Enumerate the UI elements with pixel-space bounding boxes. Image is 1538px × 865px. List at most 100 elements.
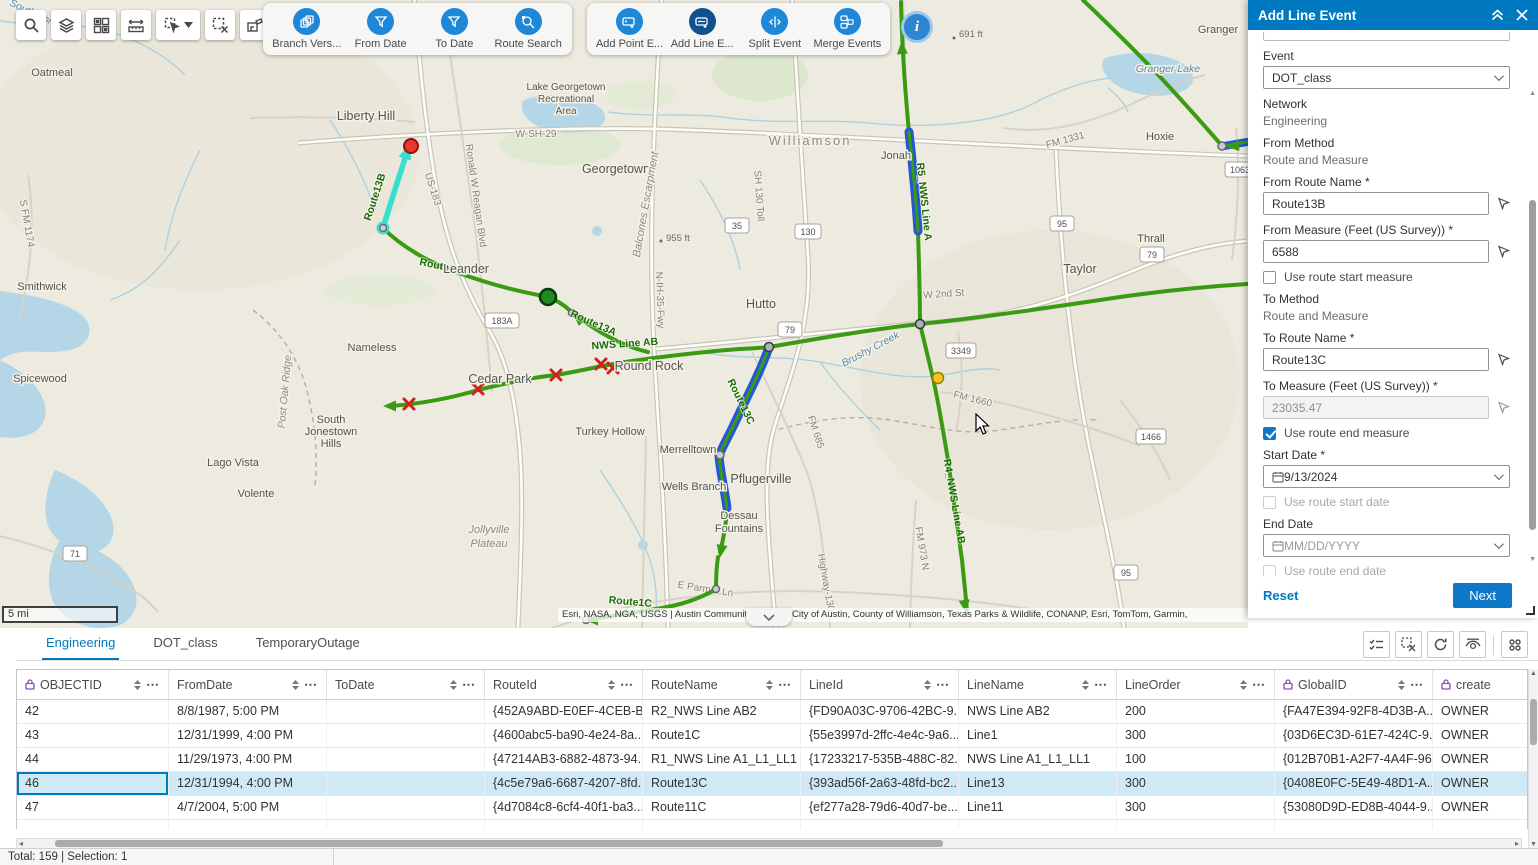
column-menu-icon[interactable]: ⋯ bbox=[462, 680, 476, 690]
table-cell[interactable]: R1_NWS Line A1_L1_LL1 bbox=[643, 748, 801, 771]
to-measure-input[interactable]: 23035.47 bbox=[1263, 396, 1489, 419]
table-cell[interactable] bbox=[327, 700, 485, 723]
sort-icon[interactable] bbox=[450, 680, 457, 690]
table-cell[interactable]: 300 bbox=[1117, 724, 1275, 747]
sort-icon[interactable] bbox=[292, 680, 299, 690]
panel-scrollbar[interactable] bbox=[1529, 200, 1536, 530]
measure-button[interactable] bbox=[121, 10, 151, 40]
table-cell[interactable]: {55e3997d-2ffc-4e4c-9a6... bbox=[801, 724, 959, 747]
add-line-event-button[interactable]: Add Line E... bbox=[666, 8, 738, 50]
scroll-down-arrow[interactable]: ▼ bbox=[1529, 556, 1536, 563]
reset-link[interactable]: Reset bbox=[1263, 588, 1298, 603]
sort-icon[interactable] bbox=[1398, 680, 1405, 690]
table-cell[interactable] bbox=[485, 820, 643, 829]
table-cell[interactable]: {4d7084c8-6cf4-40f1-ba3... bbox=[485, 796, 643, 819]
start-date-picker[interactable]: 9/13/2024 bbox=[1263, 465, 1510, 488]
column-menu-icon[interactable]: ⋯ bbox=[620, 680, 634, 690]
table-cell[interactable]: Line13 bbox=[959, 772, 1117, 795]
table-cell[interactable]: {FD90A03C-9706-42BC-9... bbox=[801, 700, 959, 723]
table-row[interactable] bbox=[17, 820, 1527, 829]
to-route-input[interactable]: Route13C bbox=[1263, 348, 1489, 371]
table-cell[interactable]: {17233217-535B-488C-82... bbox=[801, 748, 959, 771]
table-cell[interactable] bbox=[643, 820, 801, 829]
tab-dot-class[interactable]: DOT_class bbox=[149, 629, 221, 660]
use-route-end-date-checkbox[interactable]: Use route end date bbox=[1263, 564, 1510, 576]
end-date-picker[interactable]: MM/DD/YYYY bbox=[1263, 534, 1510, 557]
scroll-down-arrow[interactable]: ▼ bbox=[1530, 841, 1537, 848]
select-button[interactable] bbox=[156, 10, 200, 40]
route-search-button[interactable]: Route Search bbox=[492, 8, 564, 50]
table-cell[interactable]: {ef277a28-79d6-40d7-be... bbox=[801, 796, 959, 819]
table-cell[interactable] bbox=[327, 724, 485, 747]
table-cell[interactable]: 11/29/1973, 4:00 PM bbox=[169, 748, 327, 771]
table-cell[interactable] bbox=[327, 748, 485, 771]
table-cell[interactable]: {012B70B1-A2F7-4A4F-96... bbox=[1275, 748, 1433, 771]
column-header-lineorder[interactable]: LineOrder⋯ bbox=[1117, 670, 1275, 699]
from-route-input[interactable]: Route13B bbox=[1263, 192, 1489, 215]
column-header-globalid[interactable]: GlobalID ⋯ bbox=[1275, 670, 1433, 699]
table-cell[interactable] bbox=[1433, 820, 1527, 829]
scroll-up-arrow[interactable]: ▲ bbox=[1530, 670, 1537, 677]
layers-button[interactable] bbox=[51, 10, 81, 40]
red-point-marker[interactable] bbox=[404, 139, 418, 153]
column-header-objectid[interactable]: OBJECTID ⋯ bbox=[17, 670, 169, 699]
add-point-event-button[interactable]: Add Point E... bbox=[594, 8, 666, 50]
table-cell[interactable]: {393ad56f-2a63-48fd-bc2... bbox=[801, 772, 959, 795]
use-route-start-measure-checkbox[interactable]: Use route start measure bbox=[1263, 270, 1510, 284]
table-cell[interactable]: R2_NWS Line AB2 bbox=[643, 700, 801, 723]
info-button[interactable]: i bbox=[901, 11, 933, 43]
table-row[interactable]: 4612/31/1994, 4:00 PM{4c5e79a6-6687-4207… bbox=[17, 772, 1527, 796]
checkbox[interactable] bbox=[1263, 271, 1276, 284]
column-menu-icon[interactable]: ⋯ bbox=[304, 680, 318, 690]
table-cell[interactable]: NWS Line AB2 bbox=[959, 700, 1117, 723]
column-menu-icon[interactable]: ⋯ bbox=[936, 680, 950, 690]
table-cell[interactable]: {FA47E394-92F8-4D3B-A... bbox=[1275, 700, 1433, 723]
table-row[interactable]: 428/8/1987, 5:00 PM{452A9ABD-E0EF-4CEB-B… bbox=[17, 700, 1527, 724]
table-cell[interactable]: {47214AB3-6882-4873-94... bbox=[485, 748, 643, 771]
table-cell[interactable]: 43 bbox=[17, 724, 169, 747]
search-button[interactable] bbox=[16, 10, 46, 40]
table-row[interactable]: 474/7/2004, 5:00 PM{4d7084c8-6cf4-40f1-b… bbox=[17, 796, 1527, 820]
table-cell[interactable]: OWNER bbox=[1433, 796, 1528, 819]
sort-icon[interactable] bbox=[766, 680, 773, 690]
table-cell[interactable]: 47 bbox=[17, 796, 169, 819]
from-date-button[interactable]: From Date bbox=[345, 8, 417, 50]
from-measure-input[interactable]: 6588 bbox=[1263, 240, 1489, 263]
table-cell[interactable]: OWNER bbox=[1433, 748, 1528, 771]
table-cell[interactable]: 200 bbox=[1117, 700, 1275, 723]
table-cell[interactable]: 8/8/1987, 5:00 PM bbox=[169, 700, 327, 723]
table-cell[interactable]: 300 bbox=[1117, 796, 1275, 819]
refresh-button[interactable] bbox=[1427, 631, 1454, 658]
to-date-button[interactable]: To Date bbox=[418, 8, 490, 50]
scroll-up-arrow[interactable]: ▲ bbox=[1529, 90, 1536, 97]
table-cell[interactable]: 300 bbox=[1117, 772, 1275, 795]
table-cell[interactable]: 44 bbox=[17, 748, 169, 771]
next-button[interactable]: Next bbox=[1453, 583, 1512, 608]
table-cell[interactable]: OWNER bbox=[1433, 700, 1528, 723]
table-cell[interactable] bbox=[327, 820, 485, 829]
column-menu-icon[interactable]: ⋯ bbox=[1410, 680, 1424, 690]
table-cell[interactable]: NWS Line A1_L1_LL1 bbox=[959, 748, 1117, 771]
split-event-button[interactable]: Split Event bbox=[739, 8, 811, 50]
table-cell[interactable]: Route11C bbox=[643, 796, 801, 819]
column-menu-icon[interactable]: ⋯ bbox=[1252, 680, 1266, 690]
table-cell[interactable]: {53080D9D-ED8B-4044-9... bbox=[1275, 796, 1433, 819]
clear-selection-button[interactable] bbox=[205, 10, 235, 40]
tab-temporary-outage[interactable]: TemporaryOutage bbox=[252, 629, 364, 660]
table-cell[interactable]: 42 bbox=[17, 700, 169, 723]
table-cell[interactable]: Line1 bbox=[959, 724, 1117, 747]
pick-on-map-icon[interactable] bbox=[1497, 353, 1510, 366]
table-row[interactable]: 4411/29/1973, 4:00 PM {47214AB3-6882-4873… bbox=[17, 748, 1527, 772]
clear-table-selection-button[interactable] bbox=[1395, 631, 1422, 658]
close-icon[interactable] bbox=[1516, 9, 1528, 21]
table-cell[interactable] bbox=[169, 820, 327, 829]
sort-icon[interactable] bbox=[924, 680, 931, 690]
column-header-fromdate[interactable]: FromDate⋯ bbox=[169, 670, 327, 699]
map-view[interactable]: W-SH-29 US-183 Ronald W Reagan Blvd SH 1… bbox=[0, 0, 1248, 628]
table-cell[interactable]: {03D6EC3D-61E7-424C-9... bbox=[1275, 724, 1433, 747]
column-header-create[interactable]: create bbox=[1433, 670, 1528, 699]
table-cell[interactable] bbox=[1117, 820, 1275, 829]
visibility-button[interactable] bbox=[1459, 631, 1486, 658]
pick-on-map-icon[interactable] bbox=[1497, 245, 1510, 258]
table-cell[interactable]: {4600abc5-ba90-4e24-8a... bbox=[485, 724, 643, 747]
